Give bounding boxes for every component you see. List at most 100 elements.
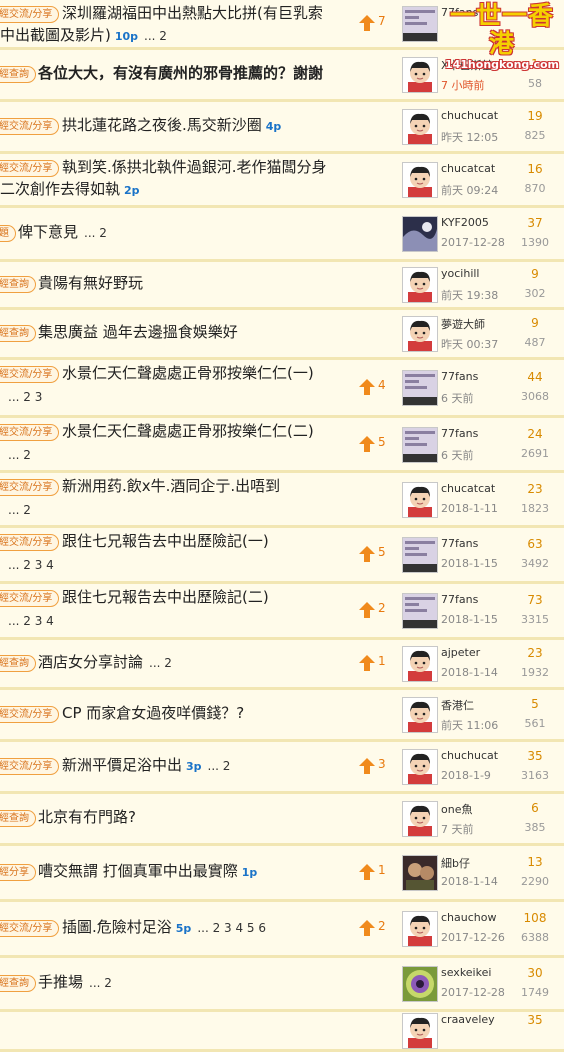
thread-title-text[interactable]: 跟住七兄報告去中出歷險記(一): [62, 532, 269, 550]
author-name[interactable]: 77fans: [441, 537, 478, 550]
page-links[interactable]: ... 2 3 4: [8, 614, 54, 628]
category-tag[interactable]: 經查詢: [0, 325, 36, 342]
thread-title-text[interactable]: 中出截圖及影片): [0, 26, 111, 44]
thread-title[interactable]: 深圳羅湖福田中出熱點大比拼(有巨乳索: [62, 2, 323, 24]
author-name[interactable]: chuchucat: [441, 109, 498, 122]
thread-row[interactable]: 經查詢 酒店女分享討論 ... 2 1 ajpeter 2018-1-14 23 1932: [0, 640, 564, 690]
user-avatar[interactable]: [402, 109, 438, 145]
thread-row[interactable]: 經查詢 貴陽有無好野玩 yocihill 前天 19:38 9 302: [0, 262, 564, 310]
author-name[interactable]: KYF2005: [441, 216, 489, 229]
thread-title-text[interactable]: 酒店女分享討論: [38, 653, 143, 671]
thread-title[interactable]: 酒店女分享討論 ... 2: [38, 651, 172, 674]
thread-title[interactable]: 新洲平價足浴中出 3p ... 2: [62, 754, 230, 778]
category-tag[interactable]: 經交流/分享: [0, 758, 60, 775]
thread-title-text[interactable]: 嘈交無謂 打個真軍中出最實際: [38, 862, 238, 880]
author-name[interactable]: chuchucat: [441, 749, 498, 762]
page-links[interactable]: ... 2 3 4 5 6: [197, 921, 266, 935]
thread-row[interactable]: 經查詢 集思廣益 過年去邊搵食娛樂好 夢遊大師 昨天 00:37 9 487: [0, 310, 564, 360]
author-name[interactable]: ajpeter: [441, 646, 480, 659]
author-name[interactable]: 77fans: [441, 593, 478, 606]
category-tag[interactable]: 經查詢: [0, 66, 36, 83]
thread-title[interactable]: 北京有冇門路?: [38, 806, 136, 828]
category-tag[interactable]: 經交流/分享: [0, 424, 60, 441]
author-name[interactable]: 夢遊大師: [441, 316, 485, 332]
thread-title-text[interactable]: 俾下意見: [18, 223, 78, 241]
thread-title[interactable]: 集思廣益 過年去邊搵食娛樂好: [38, 321, 238, 343]
user-avatar[interactable]: [402, 697, 438, 733]
thread-row[interactable]: 經查詢 手推場 ... 2 sexkeikei 2017-12-28 30 1749: [0, 958, 564, 1012]
author-name[interactable]: chauchow: [441, 911, 496, 924]
page-links[interactable]: ... 2: [144, 29, 167, 43]
thread-row[interactable]: 經分享 嘈交無謂 打個真軍中出最實際 1p 1 細b仔 2018-1-14 13 2290: [0, 846, 564, 902]
thread-title[interactable]: 插圖.危險村足浴 5p ... 2 3 4 5 6: [62, 916, 266, 940]
page-links[interactable]: ... 2: [8, 448, 31, 462]
thread-title-text[interactable]: 跟住七兄報告去中出歷險記(二): [62, 588, 269, 606]
thread-title[interactable]: 跟住七兄報告去中出歷險記(一): [62, 530, 269, 552]
site-logo[interactable]: 一世一香港 141hongkong.com: [440, 2, 564, 72]
user-avatar[interactable]: [402, 6, 438, 42]
user-avatar[interactable]: [402, 801, 438, 837]
category-tag[interactable]: 經交流/分享: [0, 920, 60, 937]
thread-title-text[interactable]: 新洲用药.飲x牛.酒同企亍.出唔到: [62, 477, 280, 495]
user-avatar[interactable]: [402, 267, 438, 303]
page-links[interactable]: ... 2: [89, 976, 112, 990]
thread-row[interactable]: 經交流/分享 CP 而家倉女過夜咩價錢？? 香港仁 前天 11:06 5 561: [0, 690, 564, 742]
thread-row[interactable]: 經交流/分享 新洲用药.飲x牛.酒同企亍.出唔到 ... 2 chucatcat 201…: [0, 473, 564, 528]
category-tag[interactable]: 經交流/分享: [0, 590, 60, 607]
category-tag[interactable]: 題: [0, 225, 16, 242]
page-links[interactable]: ... 2: [208, 759, 231, 773]
thread-title-text[interactable]: 貴陽有無好野玩: [38, 274, 143, 292]
user-avatar[interactable]: [402, 593, 438, 629]
thread-row[interactable]: craaveley 35: [0, 1012, 564, 1052]
category-tag[interactable]: 經查詢: [0, 655, 36, 672]
category-tag[interactable]: 經分享: [0, 864, 36, 881]
category-tag[interactable]: 經交流/分享: [0, 366, 60, 383]
user-avatar[interactable]: [402, 749, 438, 785]
thread-row[interactable]: 經交流/分享 水景仁天仁聲處處正骨邪按樂仁仁(二) ... 2 5 77fans 6 天前…: [0, 418, 564, 473]
thread-title[interactable]: 水景仁天仁聲處處正骨邪按樂仁仁(一): [62, 362, 314, 384]
thread-row[interactable]: 經交流/分享 水景仁天仁聲處處正骨邪按樂仁仁(一) ... 2 3 4 77fans 6 …: [0, 360, 564, 418]
thread-title[interactable]: 嘈交無謂 打個真軍中出最實際 1p: [38, 860, 257, 884]
page-links[interactable]: ... 2: [8, 503, 31, 517]
category-tag[interactable]: 經查詢: [0, 810, 36, 827]
user-avatar[interactable]: [402, 646, 438, 682]
category-tag[interactable]: 經交流/分享: [0, 534, 60, 551]
thread-title[interactable]: CP 而家倉女過夜咩價錢？?: [62, 702, 244, 724]
author-name[interactable]: chucatcat: [441, 162, 495, 175]
thread-row[interactable]: 經交流/分享 插圖.危險村足浴 5p ... 2 3 4 5 6 2 chauchow 20…: [0, 902, 564, 958]
thread-title-text[interactable]: 新洲平價足浴中出: [62, 756, 182, 774]
page-links[interactable]: ... 2: [149, 656, 172, 670]
user-avatar[interactable]: [402, 537, 438, 573]
thread-title[interactable]: 執到笑.係拱北執件過銀河.老作猫闆分身: [62, 156, 327, 178]
user-avatar[interactable]: [402, 482, 438, 518]
thread-title-text[interactable]: 各位大大，有沒有廣州的邪骨推薦的？謝謝: [38, 64, 323, 82]
thread-title-text[interactable]: 水景仁天仁聲處處正骨邪按樂仁仁(二): [62, 422, 314, 440]
thread-title-text[interactable]: 北京有冇門路?: [38, 808, 136, 826]
thread-row[interactable]: 經交流/分享 跟住七兄報告去中出歷險記(一) ... 2 3 4 5 77fans 201…: [0, 528, 564, 584]
category-tag[interactable]: 經交流/分享: [0, 479, 60, 496]
thread-row[interactable]: 經交流/分享 跟住七兄報告去中出歷險記(二) ... 2 3 4 2 77fans 201…: [0, 584, 564, 640]
user-avatar[interactable]: [402, 316, 438, 352]
user-avatar[interactable]: [402, 855, 438, 891]
thread-row[interactable]: 題俾下意見 ... 2 KYF2005 2017-12-28 37 1390: [0, 208, 564, 262]
user-avatar[interactable]: [402, 162, 438, 198]
user-avatar[interactable]: [402, 216, 438, 252]
author-name[interactable]: 細b仔: [441, 855, 470, 871]
thread-title-text[interactable]: 拱北蓮花路之夜後.馬交新沙圈: [62, 116, 262, 134]
category-tag[interactable]: 經查詢: [0, 276, 36, 293]
page-links[interactable]: ... 2: [84, 226, 107, 240]
thread-title-text[interactable]: 二次創作去得如執: [0, 180, 120, 198]
category-tag[interactable]: 經交流/分享: [0, 706, 60, 723]
user-avatar[interactable]: [402, 57, 438, 93]
thread-title[interactable]: 手推場 ... 2: [38, 971, 112, 994]
author-name[interactable]: 77fans: [441, 427, 478, 440]
thread-row[interactable]: 經交流/分享 執到笑.係拱北執件過銀河.老作猫闆分身 二次創作去得如執 2p chuca…: [0, 154, 564, 208]
user-avatar[interactable]: [402, 370, 438, 406]
thread-title[interactable]: 跟住七兄報告去中出歷險記(二): [62, 586, 269, 608]
thread-title-line2[interactable]: 二次創作去得如執 2p: [0, 178, 140, 202]
thread-title[interactable]: 俾下意見 ... 2: [18, 221, 107, 244]
thread-row[interactable]: 經交流/分享 拱北蓮花路之夜後.馬交新沙圈 4p chuchucat 昨天 12:05 1…: [0, 102, 564, 154]
thread-title-text[interactable]: 手推場: [38, 973, 83, 991]
thread-title[interactable]: 新洲用药.飲x牛.酒同企亍.出唔到: [62, 475, 280, 497]
author-name[interactable]: chucatcat: [441, 482, 495, 495]
